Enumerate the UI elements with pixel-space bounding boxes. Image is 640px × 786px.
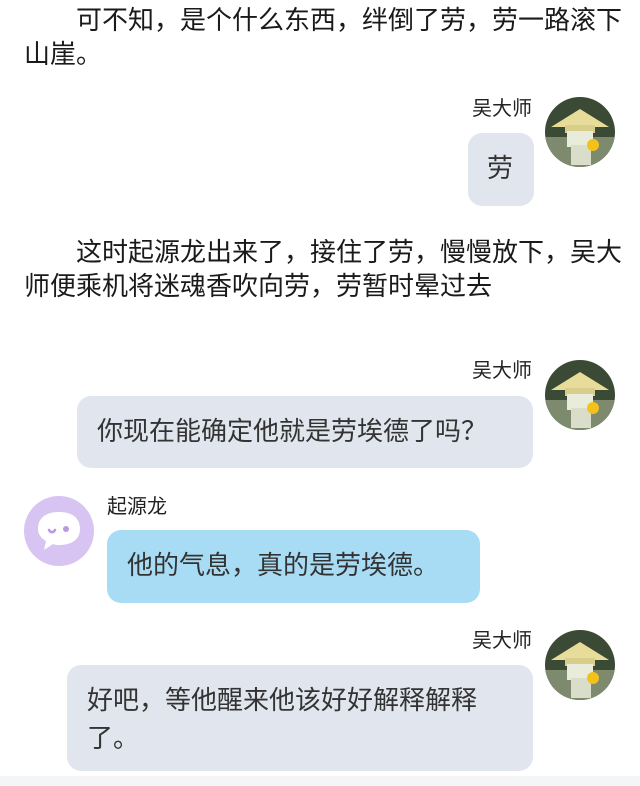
message-bubble: 他的气息，真的是劳埃德。 bbox=[107, 530, 480, 603]
old-master-avatar[interactable] bbox=[545, 97, 615, 167]
purple-chat-avatar[interactable] bbox=[24, 496, 94, 566]
message-bubble: 劳 bbox=[468, 133, 534, 206]
bottom-divider bbox=[0, 776, 640, 786]
old-master-avatar-image bbox=[545, 360, 615, 430]
message-bubble: 你现在能确定他就是劳埃德了吗？ bbox=[77, 396, 533, 468]
speaker-name: 吴大师 bbox=[472, 358, 532, 382]
old-master-avatar-image bbox=[545, 630, 615, 700]
narration-paragraph-1: 可不知，是个什么东西，绊倒了劳，劳一路滚下山崖。 bbox=[24, 6, 623, 70]
old-master-avatar[interactable] bbox=[545, 630, 615, 700]
old-master-avatar-image bbox=[545, 97, 615, 167]
speaker-name: 吴大师 bbox=[472, 96, 532, 120]
narration-paragraph-2: 这时起源龙出来了，接住了劳，慢慢放下，吴大师便乘机将迷魂香吹向劳，劳暂时晕过去 bbox=[24, 238, 623, 302]
message-bubble: 好吧，等他醒来他该好好解释解释了。 bbox=[67, 665, 533, 771]
speaker-name: 吴大师 bbox=[472, 628, 532, 652]
chat-bubble-icon bbox=[24, 496, 94, 566]
speaker-name: 起源龙 bbox=[107, 494, 167, 518]
old-master-avatar[interactable] bbox=[545, 360, 615, 430]
